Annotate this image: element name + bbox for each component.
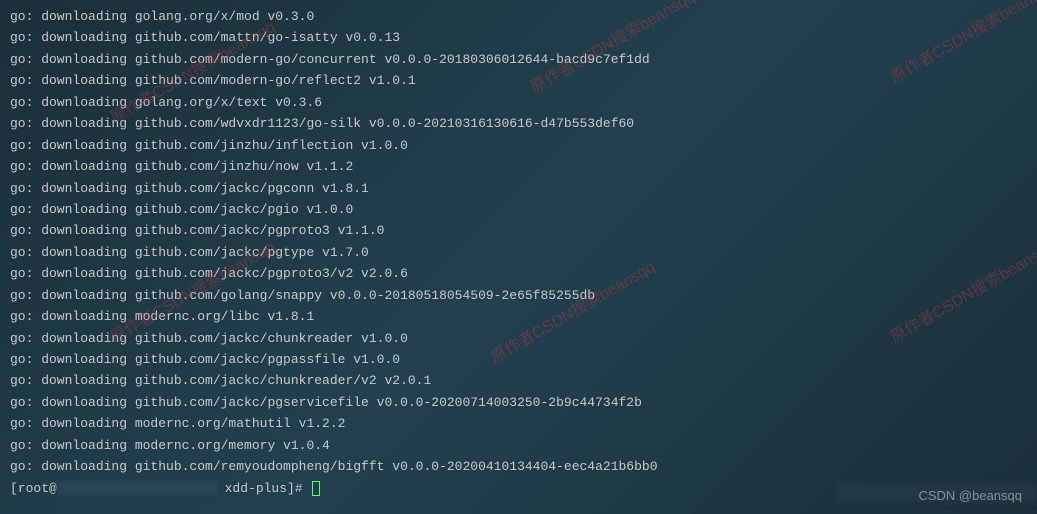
prompt-user: [root@: [10, 481, 57, 496]
prompt-host-redacted: [57, 481, 217, 495]
output-line: go: downloading github.com/wdvxdr1123/go…: [10, 113, 1027, 134]
output-line: go: downloading github.com/jackc/pgproto…: [10, 263, 1027, 284]
output-line: go: downloading github.com/jackc/pgio v1…: [10, 199, 1027, 220]
output-line: go: downloading github.com/jackc/pgpassf…: [10, 349, 1027, 370]
output-line: go: downloading github.com/jackc/pgconn …: [10, 178, 1027, 199]
output-line: go: downloading github.com/jackc/pgservi…: [10, 392, 1027, 413]
output-line: go: downloading github.com/jinzhu/now v1…: [10, 156, 1027, 177]
output-line: go: downloading github.com/jackc/chunkre…: [10, 370, 1027, 391]
output-line: go: downloading github.com/jackc/pgtype …: [10, 242, 1027, 263]
output-line: go: downloading golang.org/x/mod v0.3.0: [10, 6, 1027, 27]
output-line: go: downloading github.com/golang/snappy…: [10, 285, 1027, 306]
cursor-icon: [312, 481, 320, 496]
output-line: go: downloading modernc.org/mathutil v1.…: [10, 413, 1027, 434]
terminal-output: go: downloading golang.org/x/mod v0.3.0 …: [10, 6, 1027, 499]
output-line: go: downloading github.com/jackc/pgproto…: [10, 220, 1027, 241]
output-line: go: downloading github.com/modern-go/con…: [10, 49, 1027, 70]
output-line: go: downloading modernc.org/libc v1.8.1: [10, 306, 1027, 327]
output-line: go: downloading github.com/mattn/go-isat…: [10, 27, 1027, 48]
output-line: go: downloading github.com/jinzhu/inflec…: [10, 135, 1027, 156]
output-line: go: downloading golang.org/x/text v0.3.6: [10, 92, 1027, 113]
prompt-directory: xdd-plus]#: [217, 481, 311, 496]
output-line: go: downloading modernc.org/memory v1.0.…: [10, 435, 1027, 456]
csdn-attribution: CSDN @beansqq: [918, 485, 1022, 506]
output-line: go: downloading github.com/modern-go/ref…: [10, 70, 1027, 91]
output-line: go: downloading github.com/jackc/chunkre…: [10, 328, 1027, 349]
output-line: go: downloading github.com/remyoudomphen…: [10, 456, 1027, 477]
